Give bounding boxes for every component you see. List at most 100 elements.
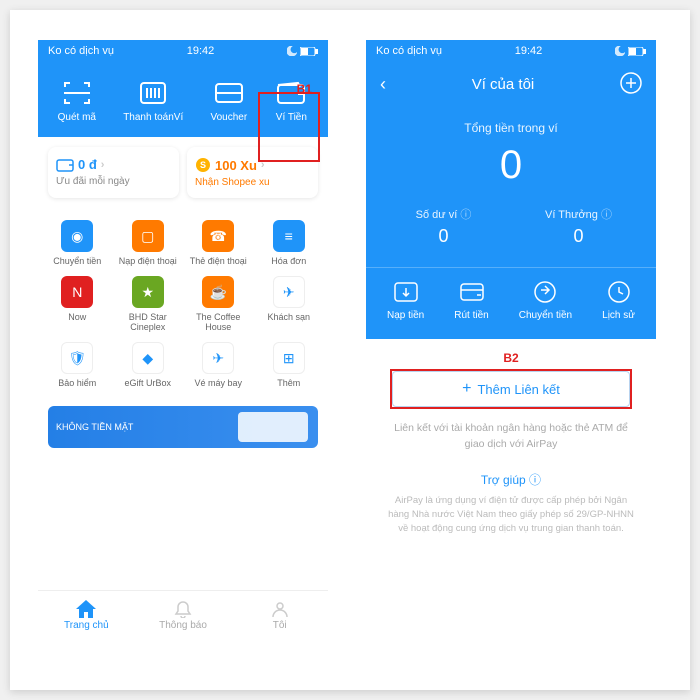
service-icon: ▢ (132, 220, 164, 252)
barcode-icon (136, 80, 170, 106)
battery-icon (628, 47, 646, 56)
header: B1 Quét mã Thanh toánVí Voucher Ví Tiền (38, 62, 328, 137)
svg-text:S: S (200, 160, 206, 170)
service-label: Thêm (277, 378, 300, 388)
carrier: Ko có dịch vụ (376, 45, 442, 57)
action-scan[interactable]: Quét mã (58, 80, 96, 123)
action-history[interactable]: Lịch sử (602, 280, 635, 321)
status-bar: Ko có dịch vụ 19:42 (366, 40, 656, 62)
card-balance[interactable]: 0 đ› Ưu đãi mỗi ngày (48, 147, 179, 198)
battery-icon (300, 47, 318, 56)
tab-home[interactable]: Trang chủ (38, 591, 135, 640)
service-item[interactable]: ⊞ Thêm (256, 342, 323, 388)
service-icon: ⊞ (273, 342, 305, 374)
bonus-col: Ví Thưởng ⓘ 0 (511, 206, 646, 247)
total-value: 0 (366, 143, 656, 188)
promo-text: KHÔNG TIỀN MẶT (56, 422, 133, 432)
service-icon: ◉ (61, 220, 93, 252)
info-icon[interactable]: ⓘ (601, 209, 612, 221)
action-pay[interactable]: Thanh toánVí (123, 80, 183, 123)
scan-icon (60, 80, 94, 106)
service-label: Chuyển tiền (53, 256, 101, 266)
tab-label: Tôi (273, 620, 287, 631)
service-item[interactable]: ▢ Nạp điện thoại (115, 220, 182, 266)
service-item[interactable]: ☕ The Coffee House (185, 276, 252, 332)
fine-print: AirPay là ứng dụng ví điện tử được cấp p… (388, 494, 634, 537)
status-bar: Ko có dịch vụ 19:42 (38, 40, 328, 62)
back-button[interactable]: ‹ (380, 74, 386, 95)
wallet-header: ‹ Ví của tôi Tổng tiền trong ví 0 Số dư … (366, 62, 656, 339)
service-item[interactable]: ✈ Khách sạn (256, 276, 323, 332)
moon-icon (287, 46, 297, 56)
withdraw-icon (457, 280, 487, 304)
carrier: Ko có dịch vụ (48, 45, 114, 57)
help-link[interactable]: Trợ giúp ⓘ (366, 471, 656, 488)
deposit-icon (391, 280, 421, 304)
service-label: Khách sạn (267, 312, 310, 322)
balance-value: 0 đ (78, 157, 97, 172)
action-deposit[interactable]: Nạp tiền (387, 280, 424, 321)
service-label: Vé máy bay (194, 378, 242, 388)
home-icon (76, 600, 96, 618)
add-link-button[interactable]: + Thêm Liên kết (392, 371, 630, 407)
service-item[interactable]: 🛡 Bảo hiểm (44, 342, 111, 388)
service-item[interactable]: N Now (44, 276, 111, 332)
service-item[interactable]: ◉ Chuyển tiền (44, 220, 111, 266)
chevron-right-icon: › (101, 159, 105, 171)
service-label: Nạp điện thoại (119, 256, 177, 266)
service-label: BHD Star Cineplex (115, 312, 182, 332)
clock: 19:42 (187, 45, 215, 57)
tab-bar: Trang chủ Thông báo Tôi (38, 590, 328, 640)
add-button[interactable] (620, 72, 642, 97)
service-label: Bảo hiểm (58, 378, 96, 388)
screen-wallet: Ko có dịch vụ 19:42 ‹ Ví của tôi Tổng ti… (366, 40, 656, 640)
clock: 19:42 (515, 45, 543, 57)
tab-notifications[interactable]: Thông báo (135, 591, 232, 640)
action-label: Rút tiền (454, 310, 488, 321)
status-right (287, 46, 318, 56)
tab-label: Thông báo (159, 620, 207, 631)
service-icon: N (61, 276, 93, 308)
service-item[interactable]: ◆ eGift UrBox (115, 342, 182, 388)
action-transfer[interactable]: Chuyển tiền (519, 280, 572, 321)
total-label: Tổng tiền trong ví (366, 121, 656, 135)
service-label: eGift UrBox (124, 378, 171, 388)
promo-banner[interactable]: KHÔNG TIỀN MẶT (48, 406, 318, 448)
voucher-icon (212, 80, 246, 106)
coins-sub: Nhận Shopee xu (195, 177, 310, 188)
action-label: Thanh toánVí (123, 112, 183, 123)
page-title: Ví của tôi (472, 76, 535, 93)
action-withdraw[interactable]: Rút tiền (454, 280, 488, 321)
action-label: Nạp tiền (387, 310, 424, 321)
service-item[interactable]: ☎Thẻ điện thoại (185, 220, 252, 266)
service-item[interactable]: ★ BHD Star Cineplex (115, 276, 182, 332)
info-icon[interactable]: ⓘ (460, 209, 471, 221)
bell-icon (174, 600, 192, 618)
services-grid: ◉ Chuyển tiền ▢ Nạp điện thoại ☎Thẻ điện tho… (38, 208, 328, 400)
tab-me[interactable]: Tôi (231, 591, 328, 640)
service-icon: ◆ (132, 342, 164, 374)
action-label: Quét mã (58, 112, 96, 123)
balance-value: 0 (376, 226, 511, 247)
bonus-value: 0 (511, 226, 646, 247)
annotation-b2: B2 (366, 351, 656, 365)
annotation-box-b1 (258, 92, 320, 162)
service-icon: ☎ (202, 220, 234, 252)
service-item[interactable]: ≡Hóa đơn (256, 220, 323, 266)
status-right (615, 46, 646, 56)
service-icon: ☕ (202, 276, 234, 308)
service-icon: 🛡 (61, 342, 93, 374)
service-label: Now (68, 312, 86, 322)
action-voucher[interactable]: Voucher (210, 80, 247, 123)
balance-col: Số dư ví ⓘ 0 (376, 206, 511, 247)
coin-icon: S (195, 157, 211, 173)
annotation-box-b2 (390, 369, 632, 409)
action-label: Chuyển tiền (519, 310, 572, 321)
wallet-small-icon (56, 158, 74, 172)
user-icon (271, 600, 289, 618)
coins-value: 100 Xu (215, 158, 257, 173)
service-icon: ★ (132, 276, 164, 308)
service-icon: ✈ (273, 276, 305, 308)
service-label: The Coffee House (185, 312, 252, 332)
service-item[interactable]: ✈Vé máy bay (185, 342, 252, 388)
